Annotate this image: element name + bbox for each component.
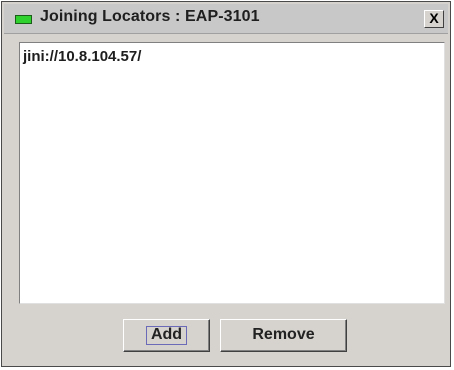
remove-button-label: Remove bbox=[252, 326, 315, 343]
locator-list[interactable]: jini://10.8.104.57/ bbox=[19, 42, 445, 304]
window-title: Joining Locators : EAP-3101 bbox=[40, 8, 260, 25]
focus-indicator bbox=[146, 326, 187, 345]
window-icon bbox=[15, 15, 32, 24]
close-icon: X bbox=[429, 10, 439, 26]
locator-list-item[interactable]: jini://10.8.104.57/ bbox=[23, 48, 141, 65]
add-button[interactable]: Add bbox=[123, 319, 210, 352]
title-bar[interactable]: Joining Locators : EAP-3101 X bbox=[4, 4, 448, 34]
joining-locators-dialog: Joining Locators : EAP-3101 X jini://10.… bbox=[1, 1, 451, 367]
close-button[interactable]: X bbox=[424, 10, 444, 28]
remove-button[interactable]: Remove bbox=[220, 319, 347, 352]
